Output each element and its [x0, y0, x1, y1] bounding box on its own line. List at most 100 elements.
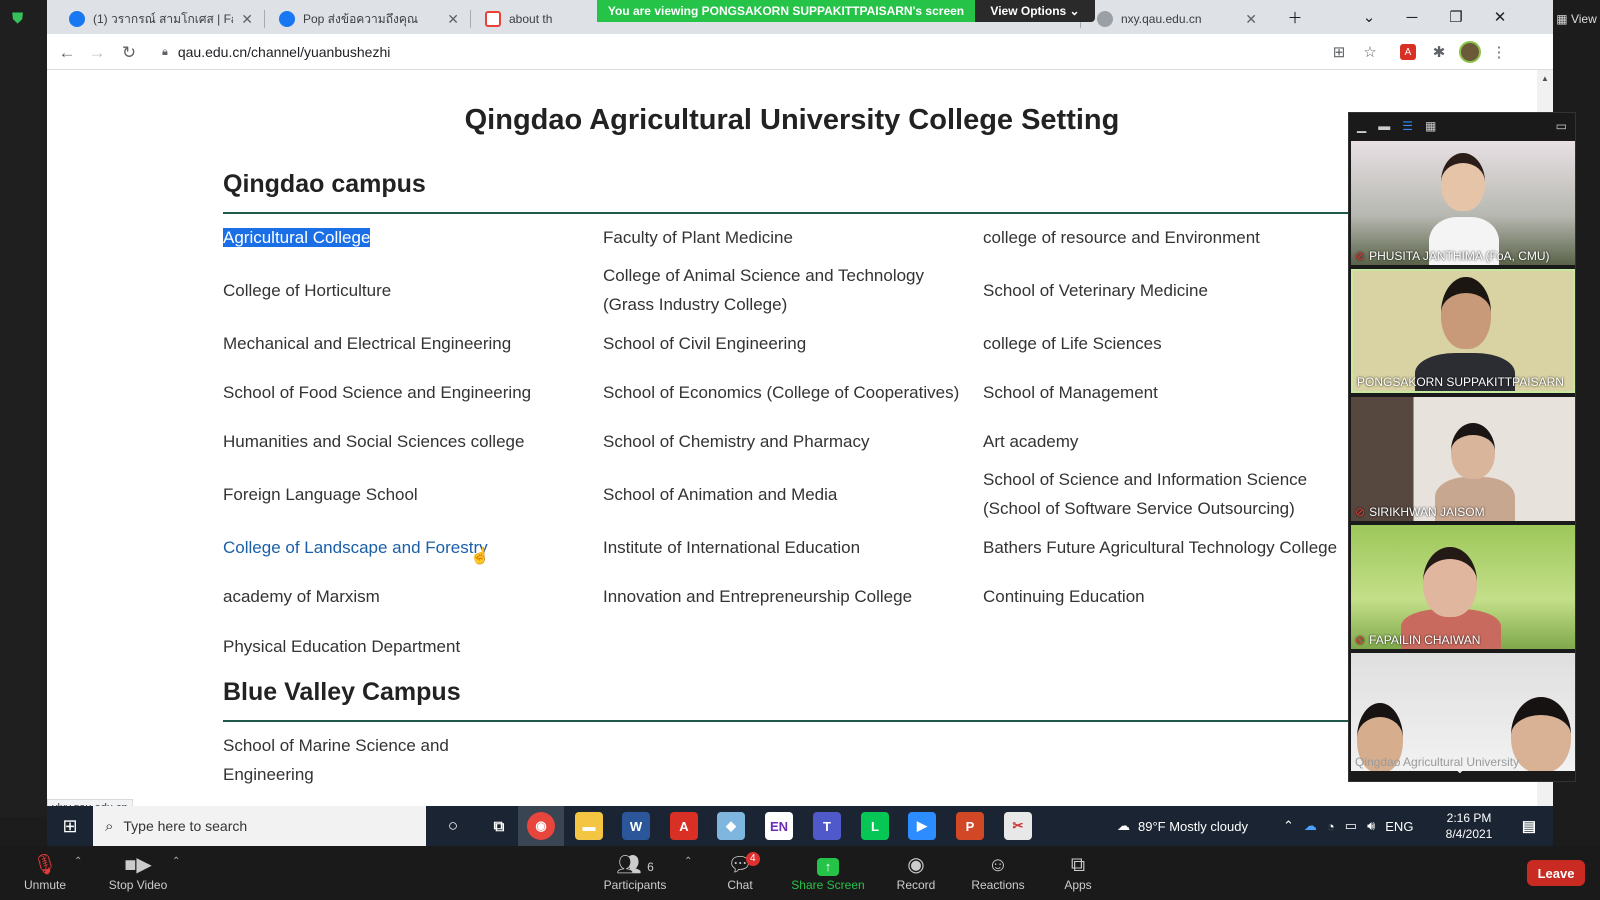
line-icon[interactable]: L	[861, 812, 889, 840]
tab-facebook-1[interactable]: (1) วรากรณ์ สามโกเศส | Faceb ✕	[55, 4, 263, 34]
video-tile[interactable]: ⊘ SIRIKHWAN JAISOM	[1351, 397, 1575, 521]
tab-search-icon[interactable]: ⌄	[1347, 0, 1391, 34]
record-button[interactable]: ◉ Record	[876, 852, 956, 892]
chrome-icon[interactable]: ◉	[527, 812, 555, 840]
scroll-up-icon[interactable]: ▲	[1541, 74, 1549, 83]
translate-icon[interactable]: ⊞	[1329, 42, 1349, 62]
college-link[interactable]: School of Chemistry and Pharmacy	[603, 427, 975, 456]
college-link[interactable]: School of Economics (College of Cooperat…	[603, 378, 983, 407]
cortana-icon[interactable]: ○	[439, 812, 467, 840]
network-icon[interactable]: ◔	[1327, 819, 1335, 834]
video-tile[interactable]: Qingdao Agricultural University	[1351, 653, 1575, 771]
college-link[interactable]: Foreign Language School	[223, 480, 583, 509]
college-link[interactable]: Physical Education Department	[223, 632, 583, 661]
chat-button[interactable]: 💬︎ 4 Chat	[700, 852, 780, 892]
chevron-down-icon[interactable]: ⌄	[1454, 760, 1466, 777]
thumbnail-view-icon[interactable]: ▬	[1378, 119, 1390, 133]
minimize-panel-icon[interactable]: ▁	[1357, 119, 1366, 133]
tab-gmail[interactable]: about th	[471, 4, 591, 34]
tray-chevron-icon[interactable]: ⌃	[1283, 818, 1294, 834]
college-link[interactable]: Mechanical and Electrical Engineering	[223, 329, 583, 358]
stop-video-button[interactable]: ■▶ Stop Video	[98, 852, 178, 892]
participants-button[interactable]: 👥︎ 6 Participants	[595, 852, 675, 892]
college-link[interactable]: School of Management	[983, 378, 1363, 407]
security-shield-icon[interactable]: ⛊	[12, 10, 28, 28]
back-icon[interactable]: ←	[55, 41, 79, 65]
maximize-icon[interactable]: ❐	[1434, 0, 1478, 34]
close-icon[interactable]: ✕	[1245, 11, 1257, 28]
tab-facebook-2[interactable]: Pop ส่งข้อความถึงคุณ ✕	[265, 4, 469, 34]
en-app-icon[interactable]: EN	[765, 812, 793, 840]
college-link[interactable]: Faculty of Plant Medicine	[603, 223, 975, 252]
caret-up-icon[interactable]: ⌃	[684, 856, 692, 867]
college-link[interactable]: Continuing Education	[983, 582, 1363, 611]
college-link[interactable]: college of Life Sciences	[983, 329, 1363, 358]
acrobat-extension-icon[interactable]: A	[1400, 44, 1416, 60]
college-link[interactable]: Humanities and Social Sciences college	[223, 427, 583, 456]
zoom-view-button[interactable]: ▦ View	[1553, 8, 1600, 30]
college-link[interactable]: Art academy	[983, 427, 1363, 456]
view-options-button[interactable]: View Options ⌄	[975, 0, 1095, 22]
video-tile-active-speaker[interactable]: PONGSAKORN SUPPAKITTPAISARN	[1351, 269, 1575, 393]
language-indicator[interactable]: ENG	[1385, 819, 1413, 834]
college-link[interactable]: college of resource and Environment	[983, 223, 1363, 252]
app-icon[interactable]: ◆	[717, 812, 745, 840]
close-window-icon[interactable]: ✕	[1478, 0, 1522, 34]
college-link[interactable]: academy of Marxism	[223, 582, 583, 611]
battery-icon[interactable]: ▭	[1345, 818, 1357, 834]
college-link[interactable]: Institute of International Education	[603, 533, 975, 562]
menu-kebab-icon[interactable]: ⋮	[1489, 42, 1509, 62]
caret-up-icon[interactable]: ⌃	[172, 856, 180, 867]
zoom-icon[interactable]: ▶	[908, 812, 936, 840]
college-link[interactable]: Agricultural College	[223, 223, 583, 252]
lock-icon[interactable]: 🔒︎	[162, 46, 168, 59]
extensions-puzzle-icon[interactable]: ✱	[1429, 42, 1449, 62]
volume-icon[interactable]: 🔊︎	[1367, 818, 1375, 834]
notifications-icon[interactable]: ▤	[1515, 812, 1543, 840]
new-tab-icon[interactable]: ＋	[1273, 0, 1317, 34]
reactions-button[interactable]: ☺ Reactions	[958, 852, 1038, 892]
college-link[interactable]: College of Animal Science and Technology…	[603, 261, 975, 319]
teams-icon[interactable]: T	[813, 812, 841, 840]
task-view-icon[interactable]: ⧉	[485, 812, 513, 840]
taskbar-search-input[interactable]: ⌕ Type here to search	[93, 806, 426, 846]
college-link[interactable]: School of Animation and Media	[603, 480, 975, 509]
tab-nxy[interactable]: nxy.qau.edu.cn ✕	[1083, 4, 1267, 34]
video-tile[interactable]: ⊘ PHUSITA JANTHIMA (FoA, CMU)	[1351, 141, 1575, 265]
college-link[interactable]: School of Food Science and Engineering	[223, 378, 583, 407]
college-link[interactable]: Bathers Future Agricultural Technology C…	[983, 533, 1373, 562]
college-link-hovered[interactable]: College of Landscape and Forestry	[223, 533, 583, 562]
windows-start-icon[interactable]: ⊞	[47, 806, 93, 846]
college-link[interactable]: School of Veterinary Medicine	[983, 276, 1363, 305]
close-icon[interactable]: ✕	[447, 11, 459, 28]
popout-icon[interactable]: ▭	[1556, 119, 1567, 133]
leave-button[interactable]: Leave	[1527, 860, 1585, 886]
college-link[interactable]: School of Science and Information Scienc…	[983, 465, 1363, 523]
gallery-grid-icon[interactable]: ▦	[1425, 119, 1436, 133]
college-link[interactable]: Innovation and Entrepreneurship College	[603, 582, 975, 611]
file-explorer-icon[interactable]: ▬	[575, 812, 603, 840]
apps-button[interactable]: ⧉ Apps	[1038, 852, 1118, 892]
word-icon[interactable]: W	[622, 812, 650, 840]
snipping-tool-icon[interactable]: ✂	[1004, 812, 1032, 840]
college-link[interactable]: School of Marine Science and Engineering	[223, 731, 473, 789]
close-icon[interactable]: ✕	[241, 11, 253, 28]
url-field[interactable]: 🔒︎ qau.edu.cn/channel/yuanbushezhi	[154, 39, 1394, 65]
college-link[interactable]: College of Horticulture	[223, 276, 583, 305]
caret-up-icon[interactable]: ⌃	[74, 856, 82, 867]
profile-avatar[interactable]	[1459, 41, 1481, 63]
weather-widget[interactable]: ☁ 89°F Mostly cloudy	[1117, 806, 1248, 846]
college-link[interactable]: School of Civil Engineering	[603, 329, 975, 358]
acrobat-icon[interactable]: A	[670, 812, 698, 840]
minimize-icon[interactable]: ─	[1390, 0, 1434, 34]
clock[interactable]: 2:16 PM 8/4/2021	[1439, 810, 1499, 842]
video-tile[interactable]: ⊘ FAPAILIN CHAIWAN	[1351, 525, 1575, 649]
bookmark-star-icon[interactable]: ☆	[1360, 42, 1380, 62]
powerpoint-icon[interactable]: P	[956, 812, 984, 840]
speaker-view-icon[interactable]: ☰	[1402, 119, 1413, 133]
share-screen-button[interactable]: ↑ Share Screen	[788, 852, 868, 892]
reload-icon[interactable]: ↻	[117, 41, 141, 65]
unmute-button[interactable]: 🎙︎ Unmute	[5, 852, 85, 892]
onedrive-icon[interactable]: ☁	[1304, 818, 1317, 834]
forward-icon[interactable]: →	[85, 41, 109, 65]
